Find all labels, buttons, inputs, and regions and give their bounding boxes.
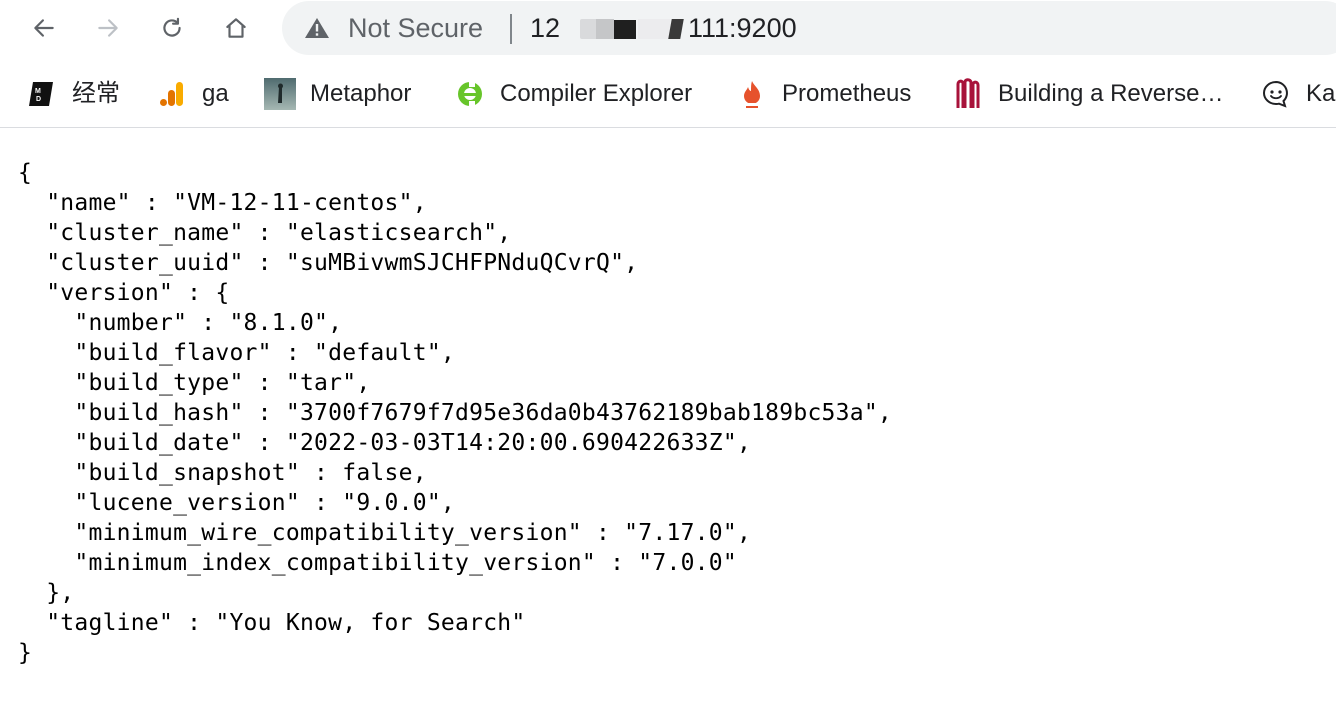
bookmark-label: ga	[202, 80, 229, 107]
forward-button[interactable]	[88, 8, 128, 48]
url-redacted-blur	[570, 17, 684, 41]
svg-text:D: D	[36, 96, 41, 103]
bookmark-ga[interactable]: ga	[156, 78, 229, 110]
chat-bubble-icon	[1260, 78, 1292, 110]
bookmark-jingchang[interactable]: M D 经常	[26, 78, 120, 110]
bookmark-building-reverse[interactable]: Building a Reverse…	[952, 78, 1223, 110]
bookmarks-bar: M D 经常 ga Metaphor Compiler Explorer Pro…	[0, 62, 1336, 128]
arrow-right-icon	[98, 19, 118, 37]
bookmark-label: Metaphor	[310, 80, 412, 107]
arrow-left-icon	[34, 19, 54, 37]
bookmark-metaphor[interactable]: Metaphor	[264, 78, 411, 110]
svg-text:M: M	[35, 88, 41, 95]
browser-toolbar: Not Secure 12 111:9200	[0, 0, 1336, 60]
reload-icon	[163, 17, 181, 37]
home-icon	[226, 18, 246, 38]
reload-button[interactable]	[152, 8, 192, 48]
home-button[interactable]	[216, 8, 256, 48]
back-button[interactable]	[24, 8, 64, 48]
markdown-notes-icon: M D	[26, 78, 58, 110]
prometheus-flame-icon	[736, 78, 768, 110]
bookmark-ka[interactable]: Ka	[1260, 78, 1335, 110]
security-status-label[interactable]: Not Secure	[348, 13, 483, 43]
bookmark-label: Building a Reverse…	[998, 80, 1224, 107]
bookmark-label: 经常	[72, 80, 120, 107]
page-content: { "name" : "VM-12-11-centos", "cluster_n…	[18, 158, 1318, 668]
bookmark-label: Compiler Explorer	[500, 80, 693, 107]
compiler-explorer-icon	[454, 78, 486, 110]
metaphor-thumbnail-icon	[264, 78, 296, 110]
address-divider	[510, 14, 512, 44]
bookmark-label: Prometheus	[782, 80, 912, 107]
address-bar[interactable]: Not Secure 12 111:9200	[282, 1, 1336, 55]
bookmark-prometheus[interactable]: Prometheus	[736, 78, 911, 110]
red-m-logo-icon	[952, 78, 984, 110]
warning-icon[interactable]	[304, 16, 330, 40]
bookmark-compiler-explorer[interactable]: Compiler Explorer	[454, 78, 692, 110]
bookmark-label: Ka	[1306, 80, 1336, 107]
analytics-bars-icon	[156, 78, 188, 110]
url-suffix: 111:9200	[688, 13, 797, 43]
json-response-text: { "name" : "VM-12-11-centos", "cluster_n…	[18, 160, 893, 666]
url-prefix: 12	[530, 13, 561, 43]
